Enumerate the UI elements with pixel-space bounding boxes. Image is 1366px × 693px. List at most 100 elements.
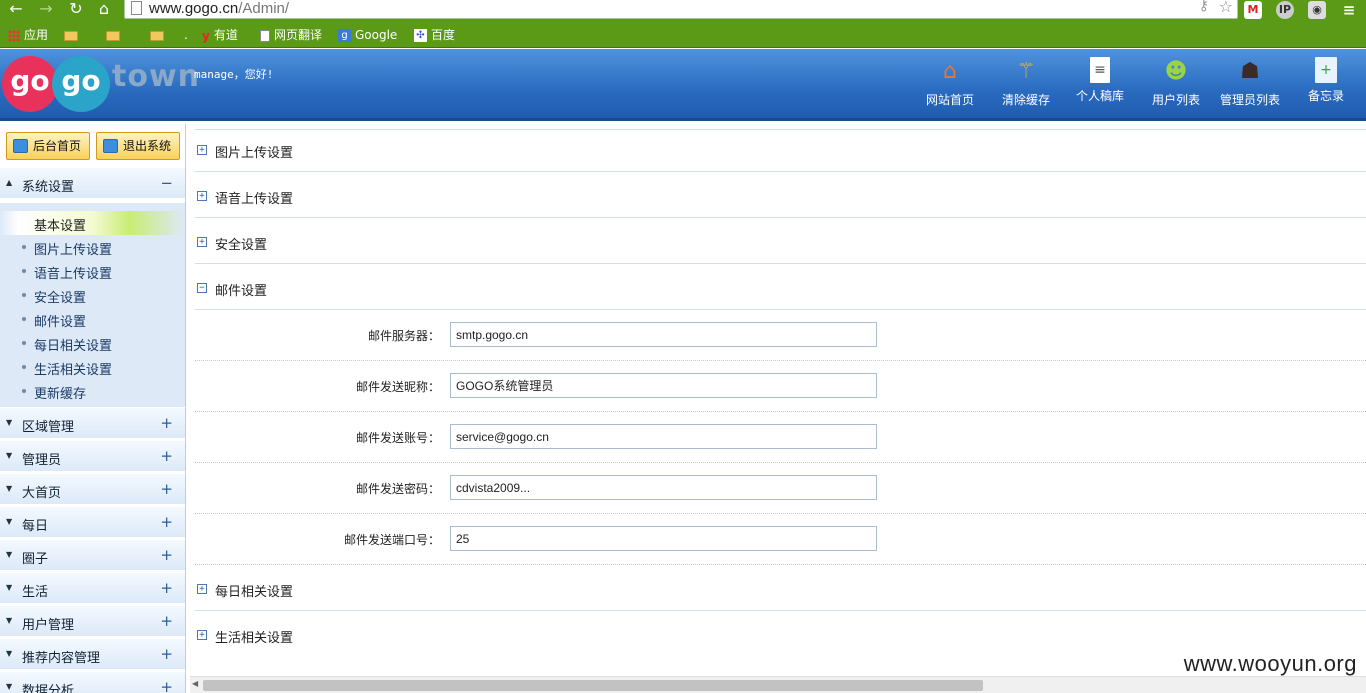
triangle-down-icon: ▼ [6,418,13,427]
sidebar-section-main-home[interactable]: ▼ 大首页 + [0,474,185,505]
sidebar-item-basic-settings[interactable]: 基本设置 [0,211,185,235]
triangle-up-icon: ▲ [6,178,13,187]
mail-account-input[interactable] [450,424,877,449]
sidebar-item-update-cache[interactable]: 更新缓存 [0,379,185,403]
back-icon[interactable]: ← [6,0,26,20]
mail-port-input[interactable] [450,526,877,551]
expand-icon[interactable]: + [160,612,173,630]
bookmark-google[interactable]: g Google [338,27,397,43]
nav-personal-drafts[interactable]: ≡ 个人稿库 [1062,57,1138,104]
form-row-mail-nickname: 邮件发送昵称： [195,361,1366,412]
sidebar-item-security[interactable]: 安全设置 [0,283,185,307]
logo[interactable]: go [52,56,110,112]
expand-box-icon[interactable]: + [197,191,207,201]
bookmark-baidu[interactable]: ✣ 百度 [414,27,455,43]
triangle-down-icon: ▼ [6,649,13,658]
url-path: /Admin/ [238,0,290,17]
browser-address-bar: ← → ↻ ⌂ www.gogo.cn/Admin/ ⚷ ☆ M IP ◉ ≡ [0,0,1366,22]
form-row-mail-account: 邮件发送账号： [195,412,1366,463]
sidebar: 后台首页 退出系统 ▲ 系统设置 − 基本设置 图片上传设置 语音上传设置 安全… [0,124,186,693]
triangle-down-icon: ▼ [6,517,13,526]
bookmark-folder[interactable] [106,27,124,43]
sidebar-section-users[interactable]: ▼ 用户管理 + [0,606,185,637]
document-icon: ≡ [1090,57,1110,83]
expand-box-icon[interactable]: + [197,584,207,594]
folder-icon [106,30,120,41]
system-submenu: 基本设置 图片上传设置 语音上传设置 安全设置 邮件设置 每日相关设置 生活相关… [0,203,185,407]
bookmark-apps[interactable]: 应用 [8,27,48,43]
collapse-box-icon[interactable]: − [197,283,207,293]
sidebar-item-mail[interactable]: 邮件设置 [0,307,185,331]
sidebar-section-daily[interactable]: ▼ 每日 + [0,507,185,538]
sidebar-section-admins[interactable]: ▼ 管理员 + [0,441,185,472]
sidebar-section-analytics[interactable]: ▼ 数据分析 + [0,672,185,693]
nav-admin-list[interactable]: ☗ 管理员列表 [1212,57,1288,108]
scrollbar-thumb[interactable] [203,680,983,691]
mail-nickname-input[interactable] [450,373,877,398]
forward-icon[interactable]: → [36,0,56,20]
expand-icon[interactable]: + [160,513,173,531]
bookmark-translate[interactable]: 网页翻译 [260,27,322,43]
logout-button[interactable]: 退出系统 [96,132,180,160]
expand-icon[interactable]: + [160,645,173,663]
sidebar-section-life[interactable]: ▼ 生活 + [0,573,185,604]
users-icon: ☻ [1164,59,1188,84]
sidebar-item-image-upload[interactable]: 图片上传设置 [0,235,185,259]
google-icon: g [338,29,351,42]
scroll-left-icon[interactable]: ◀ [192,679,198,688]
logo[interactable]: go [2,56,58,112]
expand-icon[interactable]: + [160,480,173,498]
nav-clear-cache[interactable]: ⚚ 清除缓存 [988,57,1064,108]
expand-icon[interactable]: + [160,414,173,432]
horizontal-scrollbar[interactable]: ◀ [190,676,1366,693]
youdao-icon: y [202,28,210,43]
panel-image-upload[interactable]: + 图片上传设置 [195,126,1366,172]
expand-icon[interactable]: + [160,546,173,564]
admin-icon: ☗ [1240,59,1260,84]
mail-server-input[interactable] [450,322,877,347]
bookmark-youdao[interactable]: y 有道 [202,27,238,43]
sidebar-section-region[interactable]: ▼ 区域管理 + [0,408,185,439]
bookmark-star-icon[interactable]: ☆ [1219,0,1233,16]
sidebar-item-daily[interactable]: 每日相关设置 [0,331,185,355]
menu-icon[interactable]: ≡ [1340,1,1358,19]
reload-icon[interactable]: ↻ [66,0,86,20]
sidebar-section-recommended[interactable]: ▼ 推荐内容管理 + [0,639,185,670]
gmail-icon[interactable]: M [1244,1,1262,19]
nav-site-home[interactable]: ⌂ 网站首页 [912,57,988,108]
collapse-icon[interactable]: − [160,174,173,192]
watermark: www.wooyun.org [1183,651,1357,676]
panel-mail[interactable]: − 邮件设置 [195,264,1366,310]
home-browser-icon[interactable]: ⌂ [94,0,114,20]
memo-icon: + [1315,57,1337,83]
sidebar-item-voice-upload[interactable]: 语音上传设置 [0,259,185,283]
form-row-mail-port: 邮件发送端口号： [195,514,1366,565]
expand-icon[interactable]: + [160,678,173,693]
mail-password-input[interactable] [450,475,877,500]
expand-box-icon[interactable]: + [197,630,207,640]
sidebar-section-circles[interactable]: ▼ 圈子 + [0,540,185,571]
logout-icon [103,139,118,153]
expand-box-icon[interactable]: + [197,145,207,155]
url-bar[interactable]: www.gogo.cn/Admin/ ⚷ ☆ [124,0,1238,19]
camera-icon[interactable]: ◉ [1308,1,1326,19]
admin-home-button[interactable]: 后台首页 [6,132,90,160]
ip-icon[interactable]: IP [1276,1,1294,19]
panel-daily[interactable]: + 每日相关设置 [195,565,1366,611]
expand-icon[interactable]: + [160,579,173,597]
triangle-down-icon: ▼ [6,550,13,559]
nav-user-list[interactable]: ☻ 用户列表 [1138,57,1214,108]
main-content: + 图片上传设置 + 语音上传设置 + 安全设置 − 邮件设置 邮件服务器： 邮… [190,124,1366,676]
nav-memo[interactable]: + 备忘录 [1288,57,1364,104]
panel-voice-upload[interactable]: + 语音上传设置 [195,172,1366,218]
expand-icon[interactable]: + [160,447,173,465]
bookmark-folder[interactable] [150,27,168,43]
panel-security[interactable]: + 安全设置 [195,218,1366,264]
sidebar-section-system[interactable]: ▲ 系统设置 − [0,168,185,199]
greeting: manage，您好! [194,68,274,81]
sidebar-item-life[interactable]: 生活相关设置 [0,355,185,379]
expand-box-icon[interactable]: + [197,237,207,247]
bookmark-folder[interactable] [64,27,82,43]
bookmark-dot[interactable]: . [184,27,188,43]
key-icon[interactable]: ⚷ [1199,0,1209,14]
